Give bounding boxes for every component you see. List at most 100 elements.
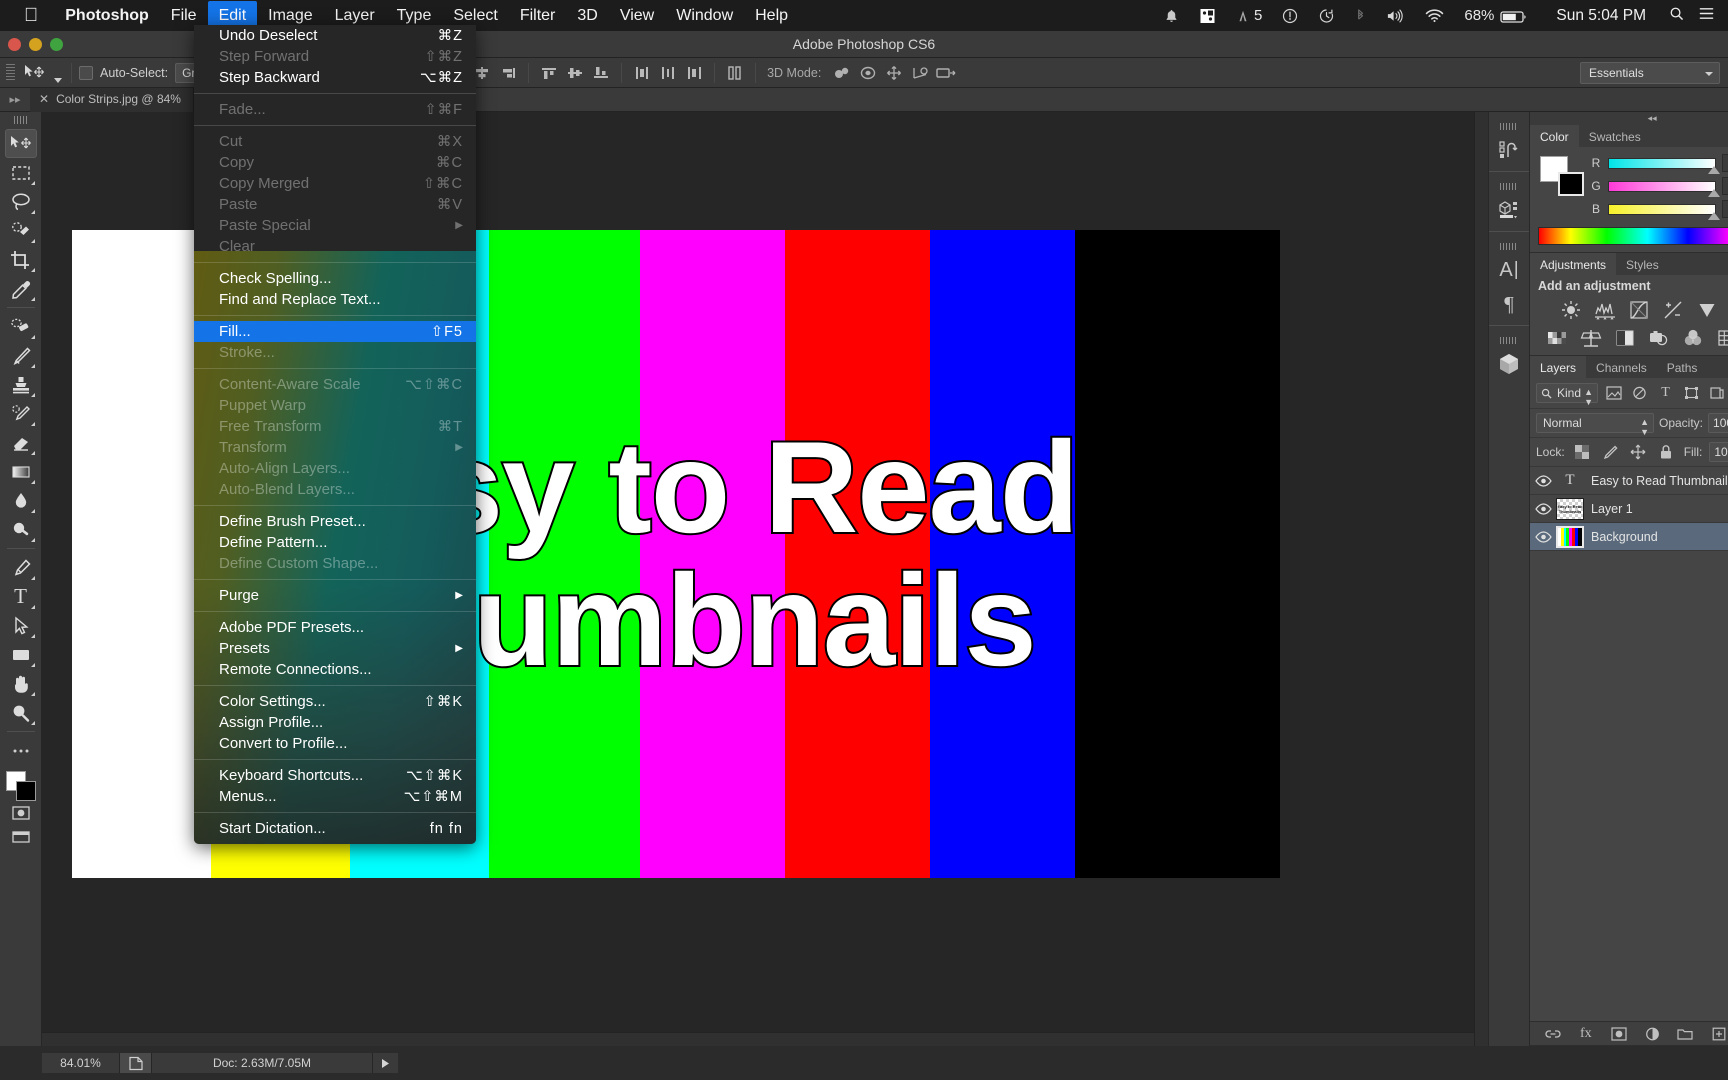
time-machine-icon[interactable] <box>1308 8 1345 24</box>
color-spectrum-ramp[interactable] <box>1538 227 1728 245</box>
options-bar-grip[interactable] <box>6 63 15 82</box>
vibrance-icon[interactable] <box>1694 299 1720 321</box>
wifi-icon[interactable] <box>1415 8 1454 24</box>
3d-cube-panel-icon[interactable] <box>1493 347 1525 381</box>
3d-scale-icon[interactable] <box>933 62 959 84</box>
macos-menu-help[interactable]: Help <box>744 1 799 31</box>
channel-slider-thumb-b[interactable] <box>1708 211 1720 220</box>
menu-item-copy-merged[interactable]: Copy Merged ⇧⌘C <box>194 173 476 194</box>
3d-slide-icon[interactable] <box>907 62 933 84</box>
bell-icon[interactable] <box>1154 8 1189 24</box>
distribute-right-icon[interactable] <box>681 62 707 84</box>
channel-mixer-icon[interactable] <box>1680 327 1706 349</box>
menu-item-find-and-replace-text[interactable]: Find and Replace Text... <box>194 289 476 310</box>
window-traffic-lights[interactable] <box>8 38 63 51</box>
channel-slider-b[interactable] <box>1608 203 1720 220</box>
menu-item-remote-connections[interactable]: Remote Connections... <box>194 659 476 680</box>
menu-item-color-settings[interactable]: Color Settings... ⇧⌘K <box>194 691 476 712</box>
link-layers-icon[interactable] <box>1544 1025 1562 1043</box>
align-bottom-edges-icon[interactable] <box>588 62 614 84</box>
distribute-spacing-icon[interactable] <box>722 62 748 84</box>
close-window-button[interactable] <box>8 38 21 51</box>
tab-channels[interactable]: Channels <box>1586 356 1657 378</box>
document-proxy-icon[interactable] <box>120 1053 152 1073</box>
menu-item-assign-profile[interactable]: Assign Profile... <box>194 712 476 733</box>
black-white-icon[interactable] <box>1612 327 1638 349</box>
icon-column-grip-3[interactable] <box>1500 243 1518 250</box>
minimize-window-button[interactable] <box>29 38 42 51</box>
do-not-disturb-icon[interactable] <box>1272 8 1308 24</box>
clone-stamp-tool[interactable] <box>5 370 37 399</box>
3d-roll-icon[interactable] <box>855 62 881 84</box>
menu-item-convert-to-profile[interactable]: Convert to Profile... <box>194 733 476 754</box>
menu-item-define-custom-shape[interactable]: Define Custom Shape... <box>194 553 476 574</box>
crop-tool[interactable] <box>5 245 37 274</box>
new-layer-icon[interactable] <box>1710 1025 1728 1043</box>
layer-filter-kind-dropdown[interactable]: Kind ▲ ▼ <box>1536 383 1599 407</box>
zoom-level-field[interactable]: 84.01% <box>42 1053 120 1073</box>
layer-name[interactable]: Easy to Read Thumbnails <box>1591 474 1728 488</box>
layer-style-icon[interactable]: fx <box>1577 1025 1595 1043</box>
rectangular-marquee-tool[interactable] <box>5 158 37 187</box>
menu-item-start-dictation[interactable]: Start Dictation... fn fn <box>194 818 476 839</box>
lock-image-pixels-icon[interactable] <box>1600 443 1621 462</box>
align-vertical-centers-icon[interactable] <box>562 62 588 84</box>
menu-item-cut[interactable]: Cut ⌘X <box>194 131 476 152</box>
layer-row[interactable]: Background <box>1530 523 1728 551</box>
menu-item-check-spelling[interactable]: Check Spelling... <box>194 268 476 289</box>
menu-item-purge[interactable]: Purge ▶ <box>194 585 476 606</box>
status-expand-arrow-icon[interactable] <box>372 1053 398 1073</box>
layer-name[interactable]: Background <box>1591 530 1728 544</box>
photo-filter-icon[interactable] <box>1646 327 1672 349</box>
menu-item-paste-special[interactable]: Paste Special ▶ <box>194 215 476 236</box>
character-panel-icon[interactable]: A | <box>1493 253 1525 287</box>
color-panel-background[interactable] <box>1558 172 1584 196</box>
channel-slider-thumb-g[interactable] <box>1708 188 1720 197</box>
menu-item-clear[interactable]: Clear <box>194 236 476 257</box>
tab-layers[interactable]: Layers <box>1530 356 1587 378</box>
bluetooth-icon[interactable] <box>1345 8 1376 24</box>
lasso-tool[interactable] <box>5 187 37 216</box>
eraser-tool[interactable] <box>5 428 37 457</box>
distribute-horizontal-center-icon[interactable] <box>655 62 681 84</box>
hue-saturation-icon[interactable] <box>1544 327 1570 349</box>
new-fill-adjustment-icon[interactable] <box>1643 1025 1661 1043</box>
rectangle-shape-tool[interactable] <box>5 640 37 669</box>
pen-tool[interactable] <box>5 553 37 582</box>
color-balance-icon[interactable] <box>1578 327 1604 349</box>
fill-value[interactable]: 100% <box>1709 442 1728 462</box>
color-lookup-icon[interactable] <box>1714 327 1728 349</box>
menu-item-presets[interactable]: Presets ▶ <box>194 638 476 659</box>
quick-mask-mode-button[interactable] <box>5 801 37 825</box>
color-swatches[interactable] <box>5 771 36 801</box>
paragraph-panel-icon[interactable]: ¶ <box>1493 287 1525 321</box>
filter-pixel-icon[interactable] <box>1603 384 1624 403</box>
move-tool-icon[interactable] <box>20 62 48 84</box>
menu-bar-clock[interactable]: Sun 5:04 PM <box>1548 7 1658 25</box>
background-color-swatch[interactable] <box>15 781 36 801</box>
menu-item-stroke[interactable]: Stroke... <box>194 342 476 363</box>
screen-mode-button[interactable] <box>5 825 37 849</box>
curves-icon[interactable] <box>1626 299 1652 321</box>
macos-menu-3d[interactable]: 3D <box>566 1 608 31</box>
layer-visibility-eye-icon[interactable] <box>1530 502 1556 515</box>
macos-menu-window[interactable]: Window <box>665 1 744 31</box>
layer-visibility-eye-icon[interactable] <box>1530 474 1556 487</box>
spot-healing-brush-tool[interactable] <box>5 312 37 341</box>
macos-menu-photoshop[interactable]: Photoshop <box>54 1 160 31</box>
filter-adjustment-icon[interactable] <box>1629 384 1650 403</box>
menu-item-paste[interactable]: Paste ⌘V <box>194 194 476 215</box>
battery-status[interactable]: 68% <box>1454 5 1538 27</box>
levels-icon[interactable] <box>1592 299 1618 321</box>
3d-pan-icon[interactable] <box>881 62 907 84</box>
zoom-window-button[interactable] <box>50 38 63 51</box>
apple-logo-icon[interactable]:  <box>0 6 54 25</box>
workspace-switcher[interactable]: Essentials <box>1580 61 1720 84</box>
blend-mode-dropdown[interactable]: Normal ▲ ▼ <box>1536 413 1654 437</box>
close-tab-icon[interactable]: ✕ <box>39 92 49 106</box>
menu-item-copy[interactable]: Copy ⌘C <box>194 152 476 173</box>
icon-column-grip-4[interactable] <box>1500 337 1518 344</box>
history-panel-icon[interactable] <box>1493 133 1525 167</box>
new-group-icon[interactable] <box>1676 1025 1694 1043</box>
edit-menu-dropdown[interactable]: Undo Deselect ⌘Z Step Forward ⇧⌘Z Step Backw… <box>194 25 476 844</box>
